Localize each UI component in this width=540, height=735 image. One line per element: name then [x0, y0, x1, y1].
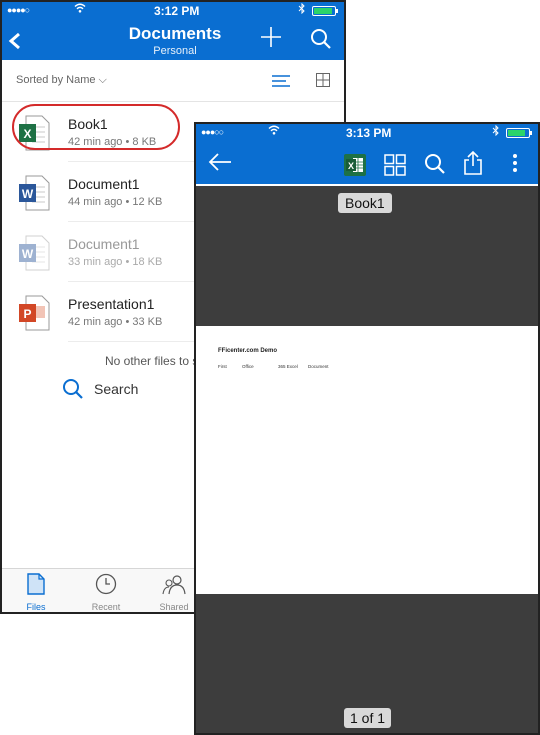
search-icon	[425, 154, 445, 174]
sheet-cell: Office	[242, 364, 254, 369]
status-time: 3:12 PM	[154, 4, 200, 18]
share-button[interactable]	[464, 150, 482, 180]
battery-icon	[312, 6, 338, 16]
search-button[interactable]	[424, 153, 446, 180]
empty-message: No other files to s	[105, 354, 199, 368]
svg-text:W: W	[22, 187, 34, 201]
viewer-background-bottom: 1 of 1	[196, 594, 538, 733]
spreadsheet-page[interactable]: FFicenter.com Demo First Office 365 Exce…	[196, 326, 538, 594]
share-icon	[464, 150, 482, 175]
annotation-circle	[12, 104, 180, 150]
word-file-icon: W	[18, 175, 50, 211]
people-icon	[162, 575, 186, 595]
file-name: Presentation1	[68, 296, 155, 312]
wifi-icon	[268, 125, 280, 138]
bluetooth-icon	[492, 124, 500, 139]
search-icon	[63, 379, 83, 399]
status-bar: ●●●●○ 3:12 PM	[2, 2, 344, 20]
excel-icon: X	[344, 154, 366, 176]
app-header: ●●●●○ 3:12 PM Documents Personal	[2, 2, 344, 60]
file-name: Document1	[68, 236, 140, 252]
page-subtitle: Personal	[153, 45, 197, 57]
grid-icon	[384, 154, 406, 176]
page-indicator: 1 of 1	[344, 708, 392, 728]
file-meta: 44 min ago • 12 KB	[68, 196, 163, 208]
arrow-left-icon	[208, 153, 231, 171]
svg-text:X: X	[348, 161, 354, 171]
more-button[interactable]	[512, 153, 518, 178]
word-file-icon: W	[18, 235, 50, 271]
sort-dropdown[interactable]: Sorted by Name ⌵	[16, 74, 107, 87]
sheet-cell: 365 Excel	[278, 364, 298, 369]
list-view-icon[interactable]	[272, 74, 290, 92]
sheet-cell: First	[218, 364, 227, 369]
document-title: Book1	[338, 193, 392, 213]
status-bar: ●●●○○ 3:13 PM	[196, 124, 538, 142]
file-meta: 42 min ago • 33 KB	[68, 316, 163, 328]
search-label: Search	[94, 381, 139, 397]
back-button[interactable]	[208, 152, 232, 177]
viewer-header: ●●●○○ 3:13 PM X	[196, 124, 538, 184]
tab-recent[interactable]: Recent	[76, 573, 136, 612]
viewer-background-top: Book1	[196, 186, 538, 326]
tab-files[interactable]: Files	[6, 573, 66, 612]
composite-screenshot: ●●●●○ 3:12 PM Documents Personal Sorted …	[0, 0, 540, 735]
grid-view-icon[interactable]	[316, 73, 330, 92]
powerpoint-file-icon: P	[18, 295, 50, 331]
signal-indicator: ●●●●○	[7, 5, 30, 15]
document-viewer-screen: ●●●○○ 3:13 PM X Book1 FFicenter.com Demo…	[194, 122, 540, 735]
file-meta: 33 min ago • 18 KB	[68, 256, 163, 268]
page-title: Documents	[128, 24, 222, 43]
thumbnails-button[interactable]	[384, 154, 406, 181]
status-time: 3:13 PM	[346, 126, 392, 140]
add-button[interactable]	[260, 24, 282, 54]
svg-text:W: W	[22, 247, 34, 261]
battery-icon	[506, 128, 532, 138]
sheet-title: FFicenter.com Demo	[218, 348, 278, 354]
sort-bar: Sorted by Name ⌵	[2, 60, 344, 102]
bluetooth-icon	[298, 2, 306, 17]
clock-icon	[95, 573, 117, 595]
search-icon	[311, 29, 331, 49]
plus-icon	[261, 27, 281, 47]
excel-app-button[interactable]: X	[344, 154, 366, 181]
tab-label: Files	[26, 602, 46, 612]
svg-text:P: P	[23, 307, 31, 321]
search-link[interactable]: Search	[62, 378, 138, 405]
sheet-cell: Document	[308, 364, 329, 369]
file-name: Document1	[68, 176, 140, 192]
file-icon	[27, 573, 45, 595]
tab-label: Recent	[91, 602, 121, 612]
wifi-icon	[74, 3, 86, 16]
more-vertical-icon	[513, 154, 517, 172]
signal-indicator: ●●●○○	[201, 127, 224, 137]
search-button[interactable]	[310, 28, 332, 55]
